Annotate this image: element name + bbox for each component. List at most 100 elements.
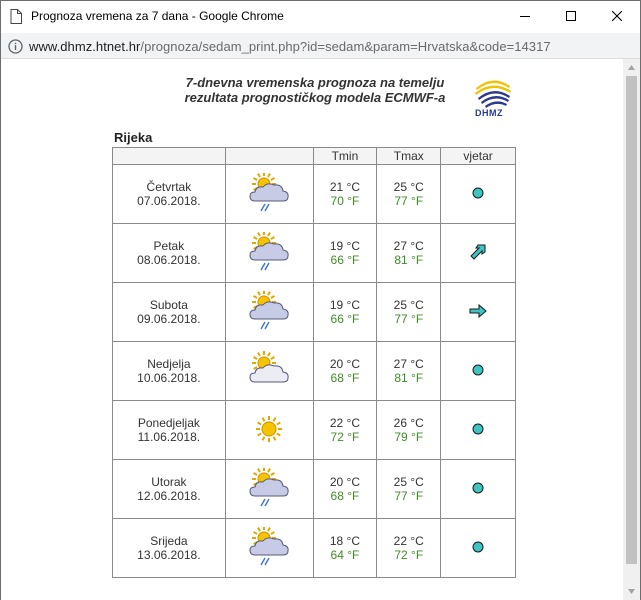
browser-window: Prognoza vremena za 7 dana - Google Chro… (0, 0, 641, 600)
city-name: Rijeka (114, 130, 153, 145)
scroll-down-button[interactable] (623, 583, 640, 600)
minimize-button[interactable] (502, 1, 548, 31)
tmin-fahrenheit: 64 °F (330, 548, 360, 562)
vertical-scrollbar[interactable] (623, 59, 640, 600)
tmax-fahrenheit: 77 °F (394, 194, 424, 208)
document-icon (10, 9, 22, 24)
tmax-fahrenheit: 77 °F (394, 312, 424, 326)
scroll-thumb[interactable] (626, 76, 637, 564)
tmin-fahrenheit: 68 °F (330, 489, 360, 503)
day-cell: Četvrtak 07.06.2018. (112, 164, 226, 224)
sun-cloud-rain-icon (247, 289, 291, 334)
heading-line-2: rezultata prognostičkog modela ECMWF-a (184, 90, 446, 105)
day-cell: Subota 09.06.2018. (112, 282, 226, 342)
wind-cell (440, 518, 516, 578)
day-date: 11.06.2018. (137, 430, 201, 444)
weather-cell (224, 164, 314, 224)
tmax-cell: 25 °C 77 °F (376, 459, 442, 519)
tmin-fahrenheit: 68 °F (330, 371, 360, 385)
day-cell: Srijeda 13.06.2018. (112, 518, 226, 578)
scroll-up-button[interactable] (623, 59, 640, 76)
url-path: /prognoza/sedam_print.php?id=sedam&param… (140, 39, 551, 54)
page-content: 7-dnevna vremenska prognoza na temelju r… (1, 59, 623, 600)
tmin-celsius: 22 °C (329, 416, 361, 430)
wind-cell (440, 400, 516, 460)
weather-cell (224, 282, 314, 342)
day-date: 08.06.2018. (137, 253, 201, 267)
day-cell: Nedjelja 10.06.2018. (112, 341, 226, 401)
header-day (112, 147, 226, 165)
sun-cloud-rain-icon (247, 466, 291, 511)
sun-cloud-rain-icon (247, 525, 291, 570)
wind-cell (440, 223, 516, 283)
tmax-fahrenheit: 79 °F (394, 430, 424, 444)
tmax-celsius: 27 °C (393, 239, 424, 253)
day-cell: Utorak 12.06.2018. (112, 459, 226, 519)
tmin-cell: 18 °C 64 °F (312, 518, 378, 578)
day-name: Četvrtak (146, 180, 192, 194)
table-row: Ponedjeljak 11.06.2018. 22 °C 72 °F 26 °C 79 … (112, 400, 516, 460)
info-icon[interactable] (8, 39, 23, 54)
close-button[interactable] (594, 1, 640, 31)
tmax-celsius: 25 °C (393, 475, 424, 489)
minimize-icon (520, 16, 530, 17)
tmax-cell: 27 °C 81 °F (376, 341, 442, 401)
tmin-celsius: 19 °C (329, 239, 361, 253)
tmin-cell: 22 °C 72 °F (312, 400, 378, 460)
arrow-up-icon (628, 65, 635, 70)
day-name: Utorak (151, 475, 187, 489)
address-bar[interactable]: www.dhmz.htnet.hr/prognoza/sedam_print.p… (1, 33, 640, 59)
url-text[interactable]: www.dhmz.htnet.hr/prognoza/sedam_print.p… (29, 39, 551, 54)
tmin-cell: 20 °C 68 °F (312, 459, 378, 519)
day-name: Ponedjeljak (137, 416, 200, 430)
tmin-celsius: 19 °C (329, 298, 361, 312)
day-cell: Petak 08.06.2018. (112, 223, 226, 283)
day-date: 09.06.2018. (137, 312, 201, 326)
tmin-celsius: 20 °C (329, 475, 361, 489)
tmin-cell: 19 °C 66 °F (312, 282, 378, 342)
day-name: Srijeda (150, 534, 188, 548)
calm-dot-icon (471, 422, 485, 439)
tmin-fahrenheit: 70 °F (330, 194, 360, 208)
tmax-cell: 25 °C 77 °F (376, 282, 442, 342)
wind-cell (440, 459, 516, 519)
tmax-cell: 26 °C 79 °F (376, 400, 442, 460)
wind-arrow-east-icon (468, 303, 488, 322)
wind-cell (440, 282, 516, 342)
arrow-down-icon (628, 589, 635, 594)
table-row: Nedjelja 10.06.2018. 20 °C 68 °F 27 °C 81 °F (112, 341, 516, 401)
weather-cell (224, 223, 314, 283)
table-row: Subota 09.06.2018. 19 °C 66 °F 25 °C 77 °F (112, 282, 516, 342)
tmin-celsius: 18 °C (329, 534, 361, 548)
day-cell: Ponedjeljak 11.06.2018. (112, 400, 226, 460)
header-tmax: Tmax (376, 147, 442, 165)
weather-cell (224, 341, 314, 401)
calm-dot-icon (471, 186, 485, 203)
forecast-table: Tmin Tmax vjetar Četvrtak 07.06.2018. 21 °… (112, 147, 516, 578)
maximize-button[interactable] (548, 1, 594, 31)
weather-cell (224, 400, 314, 460)
sun-cloud-rain-icon (247, 171, 291, 216)
tmax-celsius: 25 °C (393, 180, 424, 194)
table-header-row: Tmin Tmax vjetar (112, 147, 516, 165)
table-row: Utorak 12.06.2018. 20 °C 68 °F 25 °C 77 °F (112, 459, 516, 519)
day-name: Subota (149, 298, 188, 312)
calm-dot-icon (471, 540, 485, 557)
sun-icon (253, 413, 285, 448)
sun-cloud-icon (247, 350, 291, 393)
heading-line-1: 7-dnevna vremenska prognoza na temelju (185, 75, 445, 90)
tmax-celsius: 25 °C (393, 298, 424, 312)
tmin-fahrenheit: 72 °F (330, 430, 360, 444)
title-bar: Prognoza vremena za 7 dana - Google Chro… (1, 1, 640, 33)
tmax-fahrenheit: 77 °F (394, 489, 424, 503)
url-host: www.dhmz.htnet.hr (29, 39, 141, 54)
wind-cell (440, 164, 516, 224)
tmax-fahrenheit: 81 °F (394, 253, 424, 267)
weather-cell (224, 459, 314, 519)
maximize-icon (566, 11, 576, 21)
tmax-cell: 22 °C 72 °F (376, 518, 442, 578)
table-row: Četvrtak 07.06.2018. 21 °C 70 °F 25 °C 77 °F (112, 164, 516, 224)
tmax-fahrenheit: 81 °F (394, 371, 424, 385)
sun-cloud-rain-icon (247, 230, 291, 275)
tmax-celsius: 22 °C (393, 534, 424, 548)
